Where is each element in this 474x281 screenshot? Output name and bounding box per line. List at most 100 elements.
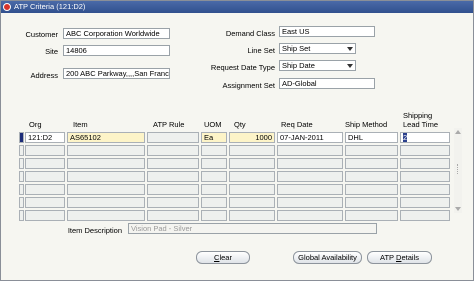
cell-ship-method[interactable] xyxy=(345,145,398,156)
cell-req-date[interactable] xyxy=(277,197,343,208)
lead-time-selected-text: 2 xyxy=(403,133,408,142)
request-date-type-value: Ship Date xyxy=(282,61,315,70)
cell-org[interactable] xyxy=(25,197,65,208)
cell-item[interactable]: AS65102 xyxy=(67,132,145,143)
cell-org[interactable] xyxy=(25,145,65,156)
cell-ship-method[interactable] xyxy=(345,171,398,182)
clear-button[interactable]: Clear xyxy=(196,251,250,264)
cell-ship-method[interactable] xyxy=(345,210,398,221)
cell-atp-rule[interactable] xyxy=(147,197,199,208)
request-date-type-select[interactable]: Ship Date xyxy=(279,60,356,71)
scroll-down-icon[interactable] xyxy=(455,207,461,211)
cell-lead-time[interactable]: 2 xyxy=(400,132,450,143)
cell-atp-rule[interactable] xyxy=(147,132,199,143)
current-row-indicator[interactable] xyxy=(19,132,24,143)
window-title: ATP Criteria (121:D2) xyxy=(14,2,86,11)
cell-qty[interactable] xyxy=(229,210,275,221)
cell-req-date[interactable] xyxy=(277,171,343,182)
cell-qty[interactable]: 1000 xyxy=(229,132,275,143)
assignment-set-label: Assignment Set xyxy=(222,81,275,90)
cell-item[interactable] xyxy=(67,197,145,208)
scroll-thumb[interactable] xyxy=(457,164,460,174)
cell-qty[interactable] xyxy=(229,158,275,169)
column-header-shipping-lead-time: Shipping Lead Time xyxy=(403,111,439,129)
cell-ship-method[interactable] xyxy=(345,158,398,169)
cell-atp-rule[interactable] xyxy=(147,158,199,169)
cell-uom[interactable] xyxy=(201,171,227,182)
line-set-select[interactable]: Ship Set xyxy=(279,43,356,54)
atp-details-button[interactable]: ATP Details xyxy=(367,251,432,264)
clear-label-rest: lear xyxy=(219,253,232,262)
address-field[interactable]: 200 ABC Parkway,,,,San Franc xyxy=(63,68,170,79)
cell-lead-time[interactable] xyxy=(400,184,450,195)
atp-details-rest: etails xyxy=(401,253,419,262)
cell-atp-rule[interactable] xyxy=(147,210,199,221)
cell-org[interactable]: 121:D2 xyxy=(25,132,65,143)
title-bar: ATP Criteria (121:D2) xyxy=(1,1,473,13)
cell-req-date[interactable] xyxy=(277,210,343,221)
cell-atp-rule[interactable] xyxy=(147,171,199,182)
request-date-type-label: Request Date Type xyxy=(210,63,275,72)
cell-lead-time[interactable] xyxy=(400,158,450,169)
demand-class-field[interactable]: East US xyxy=(279,26,375,37)
item-description-field: Vision Pad - Silver xyxy=(128,223,377,234)
address-label: Address xyxy=(30,71,58,80)
cell-uom[interactable] xyxy=(201,184,227,195)
row-indicator[interactable] xyxy=(19,210,24,221)
cell-org[interactable] xyxy=(25,158,65,169)
cell-qty[interactable] xyxy=(229,197,275,208)
cell-req-date[interactable] xyxy=(277,158,343,169)
chevron-down-icon[interactable] xyxy=(347,47,353,51)
atp-details-prefix: ATP xyxy=(380,253,397,262)
scroll-up-icon[interactable] xyxy=(455,130,461,134)
column-header-item: Item xyxy=(73,120,88,129)
cell-ship-method[interactable] xyxy=(345,184,398,195)
column-header-org: Org xyxy=(29,120,42,129)
cell-lead-time[interactable] xyxy=(400,210,450,221)
cell-ship-method[interactable] xyxy=(345,197,398,208)
cell-item[interactable] xyxy=(67,184,145,195)
column-header-req-date: Req Date xyxy=(281,120,313,129)
cell-item[interactable] xyxy=(67,171,145,182)
row-indicator[interactable] xyxy=(19,158,24,169)
cell-qty[interactable] xyxy=(229,171,275,182)
atp-criteria-window: ATP Criteria (121:D2) Customer ABC Corpo… xyxy=(0,0,474,281)
table-scrollbar[interactable] xyxy=(454,128,462,213)
cell-lead-time[interactable] xyxy=(400,197,450,208)
customer-field[interactable]: ABC Corporation Worldwide xyxy=(63,28,170,39)
cell-atp-rule[interactable] xyxy=(147,145,199,156)
cell-req-date[interactable] xyxy=(277,184,343,195)
cell-uom[interactable] xyxy=(201,158,227,169)
oracle-app-icon[interactable] xyxy=(3,3,11,11)
cell-item[interactable] xyxy=(67,158,145,169)
row-indicator[interactable] xyxy=(19,171,24,182)
cell-uom[interactable] xyxy=(201,197,227,208)
customer-label: Customer xyxy=(25,30,58,39)
cell-org[interactable] xyxy=(25,210,65,221)
cell-lead-time[interactable] xyxy=(400,145,450,156)
cell-lead-time[interactable] xyxy=(400,171,450,182)
row-indicator[interactable] xyxy=(19,197,24,208)
column-header-qty: Qty xyxy=(234,120,246,129)
global-availability-button[interactable]: Global Availability xyxy=(293,251,362,264)
cell-item[interactable] xyxy=(67,145,145,156)
cell-uom[interactable] xyxy=(201,210,227,221)
cell-ship-method[interactable]: DHL xyxy=(345,132,398,143)
cell-qty[interactable] xyxy=(229,145,275,156)
row-indicator[interactable] xyxy=(19,145,24,156)
site-field[interactable]: 14806 xyxy=(63,45,170,56)
site-label: Site xyxy=(45,47,58,56)
cell-org[interactable] xyxy=(25,171,65,182)
cell-req-date[interactable] xyxy=(277,145,343,156)
assignment-set-field[interactable]: AD-Global xyxy=(279,78,375,89)
cell-org[interactable] xyxy=(25,184,65,195)
cell-uom[interactable]: Ea xyxy=(201,132,227,143)
cell-qty[interactable] xyxy=(229,184,275,195)
column-header-uom: UOM xyxy=(204,120,222,129)
cell-item[interactable] xyxy=(67,210,145,221)
row-indicator[interactable] xyxy=(19,184,24,195)
cell-uom[interactable] xyxy=(201,145,227,156)
cell-req-date[interactable]: 07-JAN-2011 xyxy=(277,132,343,143)
chevron-down-icon[interactable] xyxy=(347,64,353,68)
cell-atp-rule[interactable] xyxy=(147,184,199,195)
